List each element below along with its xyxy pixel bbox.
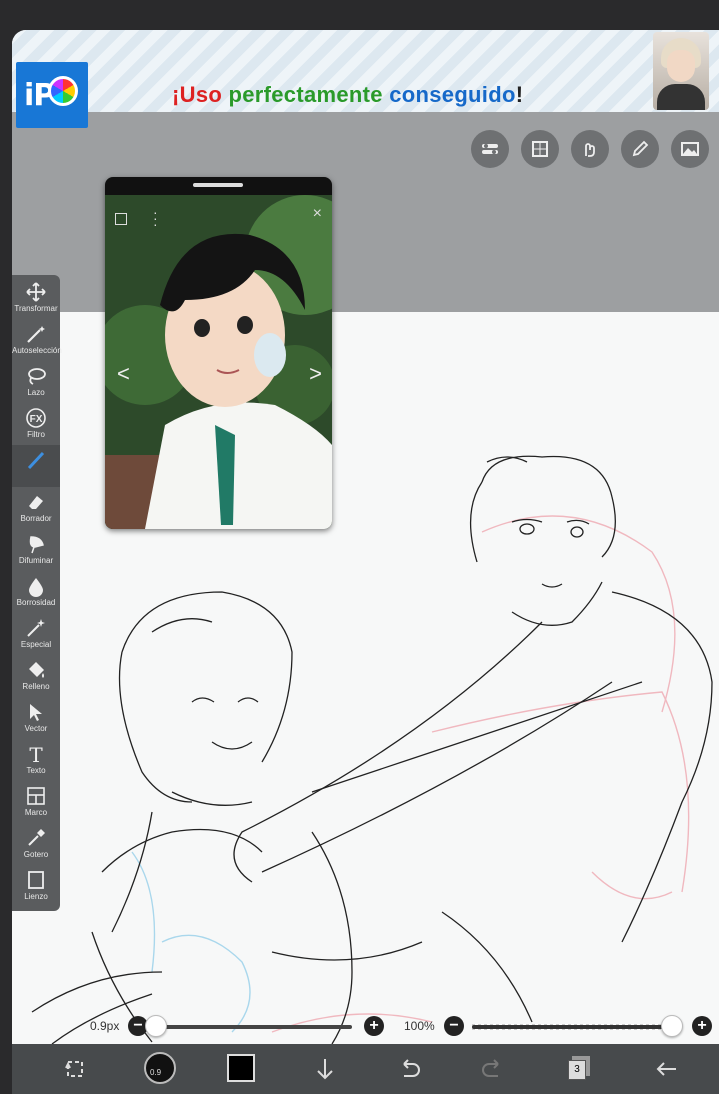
eyedropper-icon <box>28 829 45 846</box>
opacity-plus-icon[interactable]: + <box>692 1016 712 1036</box>
transform-rotate-icon[interactable] <box>60 1054 90 1084</box>
reference-next-icon[interactable]: > <box>309 361 322 387</box>
tool-special[interactable]: Especial <box>12 613 60 655</box>
tool-brush[interactable] <box>12 445 60 487</box>
reference-fullscreen-icon[interactable] <box>115 213 127 225</box>
color-wheel-icon <box>48 76 78 106</box>
tool-label: Lienzo <box>24 892 48 901</box>
tool-canvas[interactable]: Lienzo <box>12 865 60 907</box>
tool-fill[interactable]: Relleno <box>12 655 60 697</box>
color-swatch-button[interactable] <box>227 1054 255 1082</box>
brush-icon <box>27 451 45 470</box>
layers-toggle-icon[interactable] <box>471 130 509 168</box>
magic-wand-icon <box>27 326 45 343</box>
banner-message: ¡Uso perfectamente conseguido! <box>172 82 523 108</box>
tool-autoselect[interactable]: Autoselección <box>12 319 62 361</box>
bottom-toolbar: 0.9 3 <box>12 1044 719 1094</box>
canvas-icon <box>28 871 44 889</box>
smudge-icon <box>29 536 44 554</box>
layer-count: 3 <box>568 1060 586 1080</box>
tool-label: Texto <box>26 766 46 775</box>
tool-text[interactable]: T Texto <box>12 739 60 781</box>
layers-button[interactable]: 3 <box>568 1056 590 1080</box>
reference-prev-icon[interactable]: < <box>117 361 130 387</box>
banner-word-4: ! <box>515 82 524 107</box>
image-icon[interactable] <box>671 130 709 168</box>
tool-label: Vector <box>24 724 48 733</box>
vector-icon <box>30 704 42 721</box>
tool-filter[interactable]: FX Filtro <box>12 403 60 445</box>
tool-label: Transformar <box>14 304 58 313</box>
tool-blur[interactable]: Borrosidad <box>12 571 60 613</box>
gesture-icon[interactable] <box>571 130 609 168</box>
eraser-icon <box>29 496 43 509</box>
tool-label: Filtro <box>27 430 45 439</box>
move-icon <box>26 282 46 302</box>
brush-size-value: 0.9px <box>90 1019 120 1033</box>
reference-close-icon[interactable]: × <box>313 205 322 223</box>
tool-panel: Transformar Autoselección Lazo FX Filtro… <box>12 275 62 911</box>
tool-eraser[interactable]: Borrador <box>12 487 60 529</box>
tool-label: Borrador <box>20 514 52 523</box>
banner-word-2: perfectamente <box>228 82 383 107</box>
blur-icon <box>29 578 43 597</box>
fill-icon <box>29 662 44 678</box>
reference-image <box>105 195 332 529</box>
banner-word-3: conseguido <box>389 82 516 107</box>
opacity-knob[interactable] <box>661 1015 683 1037</box>
back-arrow-icon[interactable] <box>652 1054 682 1084</box>
ibis-paint-logo: iP <box>16 62 88 128</box>
redo-icon[interactable] <box>478 1054 508 1084</box>
slider-bar: 0.9px − + 100% − + <box>12 1010 719 1044</box>
tool-frame[interactable]: Marco <box>12 781 60 823</box>
tool-lasso[interactable]: Lazo <box>12 361 60 403</box>
opacity-value: 100% <box>404 1019 435 1033</box>
undo-icon[interactable] <box>394 1054 424 1084</box>
tool-label: Autoselección <box>12 346 62 355</box>
fx-icon: FX <box>26 408 46 428</box>
tool-label: Especial <box>20 640 52 649</box>
opacity-slider[interactable] <box>472 1025 672 1029</box>
reference-menu-icon[interactable]: · · · <box>153 205 158 231</box>
reference-window[interactable]: · · · × < > <box>105 177 332 529</box>
brush-size-knob[interactable] <box>145 1015 167 1037</box>
reference-drag-handle[interactable] <box>193 183 243 187</box>
tool-label: Gotero <box>23 850 49 859</box>
brush-size-button[interactable]: 0.9 <box>144 1052 176 1084</box>
banner-word-1: ¡Uso <box>172 82 223 107</box>
banner-avatar <box>653 32 709 110</box>
tool-label: Borrosidad <box>16 598 56 607</box>
tool-vector[interactable]: Vector <box>12 697 60 739</box>
tool-transform[interactable]: Transformar <box>12 277 60 319</box>
tool-label: Relleno <box>22 682 50 691</box>
pencil-icon[interactable] <box>621 130 659 168</box>
download-arrow-icon[interactable] <box>310 1054 340 1084</box>
ibis-paint-screen: ¡Uso perfectamente conseguido! · · · × <… <box>12 30 719 1094</box>
opacity-minus-icon[interactable]: − <box>444 1016 464 1036</box>
sparkle-icon <box>27 619 45 637</box>
brush-size-plus-icon[interactable]: + <box>364 1016 384 1036</box>
ad-banner[interactable]: ¡Uso perfectamente conseguido! <box>12 30 719 112</box>
lasso-icon <box>28 368 46 385</box>
tool-label: Difuminar <box>18 556 54 565</box>
frame-icon <box>27 787 45 805</box>
tool-eyedropper[interactable]: Gotero <box>12 823 60 865</box>
text-icon: T <box>29 743 43 765</box>
tool-label: Lazo <box>27 388 45 397</box>
brush-size-slider[interactable] <box>152 1025 352 1029</box>
grid-icon[interactable] <box>521 130 559 168</box>
tool-label: Marco <box>24 808 48 817</box>
tool-smudge[interactable]: Difuminar <box>12 529 60 571</box>
svg-text:FX: FX <box>30 414 43 425</box>
svg-text:T: T <box>29 743 43 765</box>
top-toolbar <box>471 130 709 168</box>
brush-size-badge: 0.9 <box>150 1068 162 1077</box>
